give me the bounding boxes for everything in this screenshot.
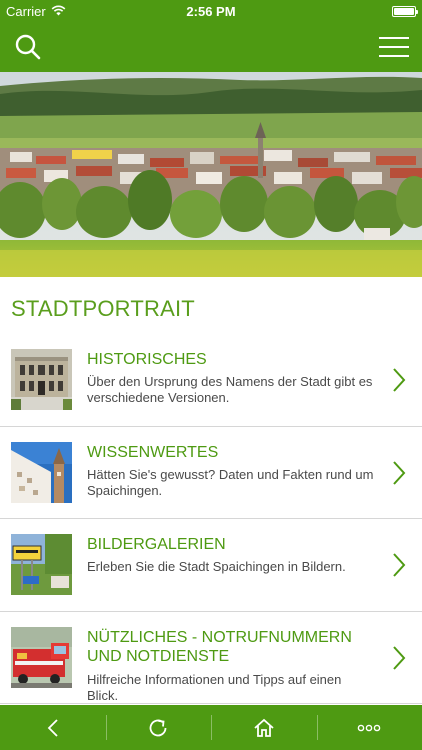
refresh-icon [149, 719, 167, 736]
list-item-title: WISSENWERTES [87, 443, 219, 461]
status-bar: Carrier 2:56 PM [0, 0, 422, 22]
menu-button[interactable] [376, 29, 412, 65]
section-title: STADTPORTRAIT [11, 296, 195, 321]
carrier-label: Carrier [6, 3, 46, 19]
list-item-title: HISTORISCHES [87, 351, 207, 368]
list-item-title: BILDERGALERIEN [87, 536, 226, 553]
town-panorama-image [0, 72, 422, 277]
search-button[interactable] [10, 29, 46, 65]
chevron-right-icon [393, 460, 406, 485]
list-item-nuetzliches[interactable]: NÜTZLICHES - NOTRUFNUMMERN UND NOTDIENST… [0, 612, 422, 704]
more-button[interactable] [316, 705, 422, 750]
list-item-description: Erleben Sie die Stadt Spaichingen in Bil… [87, 559, 346, 574]
nuetzliches-thumbnail [11, 626, 72, 688]
battery-icon [391, 5, 418, 17]
search-icon [15, 34, 41, 60]
home-button[interactable] [211, 705, 317, 750]
wifi-icon [51, 4, 66, 19]
app-header [0, 22, 422, 72]
historisches-thumbnail [11, 349, 72, 410]
refresh-button[interactable] [105, 705, 212, 750]
list-item-description: Über den Ursprung des Namens der Stadt g… [87, 374, 373, 405]
chevron-right-icon [393, 645, 406, 670]
status-time: 2:56 PM [186, 3, 236, 19]
more-icon [357, 724, 381, 731]
home-icon [254, 718, 274, 737]
wissenwertes-thumbnail [11, 441, 72, 503]
list-item-bildergalerien[interactable]: BILDERGALERIEN Erleben Sie die Stadt Spa… [0, 519, 422, 612]
list-item-description: Hilfreiche Informationen und Tipps auf e… [87, 671, 342, 703]
list-item-title: NÜTZLICHES - NOTRUFNUMMERN UND NOTDIENST… [87, 628, 352, 665]
content-list: HISTORISCHES Über den Ursprung des Namen… [0, 334, 422, 704]
chevron-right-icon [393, 368, 406, 392]
status-right [296, 5, 418, 17]
list-item-historisches[interactable]: HISTORISCHES Über den Ursprung des Namen… [0, 334, 422, 427]
hamburger-menu-icon [379, 37, 409, 57]
chevron-right-icon [393, 553, 406, 577]
battery-fill [393, 7, 414, 15]
bottom-toolbar [0, 705, 422, 750]
list-item-wissenwertes[interactable]: WISSENWERTES Hätten Sie's gewusst? Daten… [0, 427, 422, 519]
list-item-description: Hätten Sie's gewusst? Daten und Fakten r… [87, 466, 374, 498]
bildergalerien-thumbnail [11, 534, 72, 595]
hero-image [0, 72, 422, 277]
back-icon [47, 718, 58, 737]
back-button[interactable] [0, 705, 106, 750]
status-left: Carrier [6, 4, 126, 19]
